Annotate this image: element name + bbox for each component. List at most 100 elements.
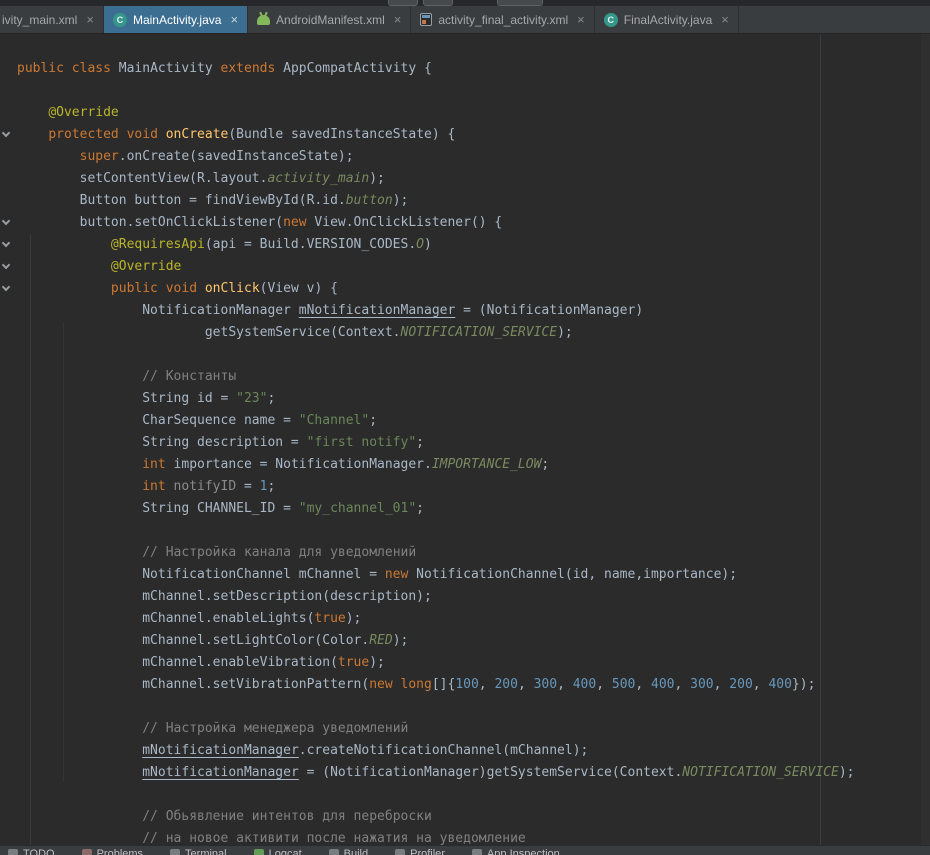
code-line[interactable]: mNotificationManager.createNotificationC… bbox=[17, 740, 930, 762]
code-line[interactable]: String id = "23"; bbox=[17, 388, 930, 410]
code-token: int bbox=[142, 457, 165, 472]
tab-finalactivity-java[interactable]: CFinalActivity.java× bbox=[595, 6, 739, 33]
code-token bbox=[17, 237, 111, 252]
code-token bbox=[197, 281, 205, 296]
code-token bbox=[17, 545, 142, 560]
code-line[interactable]: // Обьявление интентов для переброски bbox=[17, 806, 930, 828]
code-line[interactable]: mChannel.enableLights(true); bbox=[17, 608, 930, 630]
code-token: NotificationManager bbox=[17, 303, 299, 318]
code-token: importance = NotificationManager. bbox=[166, 457, 432, 472]
code-line[interactable]: getSystemService(Context.NOTIFICATION_SE… bbox=[17, 322, 930, 344]
statusbar-items: TODO Problems Terminal Logcat Build Profiler A… bbox=[0, 846, 930, 855]
code-line[interactable]: mChannel.setDescription(description); bbox=[17, 586, 930, 608]
code-token: , bbox=[714, 677, 730, 692]
toolwindow-button-logcat[interactable]: Logcat bbox=[254, 848, 302, 855]
code-token: button.setOnClickListener( bbox=[17, 215, 283, 230]
code-line[interactable]: @RequiresApi(api = Build.VERSION_CODES.O… bbox=[17, 234, 930, 256]
code-line[interactable] bbox=[17, 344, 930, 366]
code-line[interactable]: button.setOnClickListener(new View.OnCli… bbox=[17, 212, 930, 234]
code-token: CharSequence name = bbox=[17, 413, 299, 428]
code-token: ); bbox=[369, 655, 385, 670]
fold-arrow-icon[interactable] bbox=[2, 217, 10, 225]
toolwindow-button-label: Terminal bbox=[185, 848, 227, 855]
code-token: 400 bbox=[573, 677, 596, 692]
tab-label: FinalActivity.java bbox=[624, 13, 712, 27]
code-token bbox=[17, 259, 111, 274]
code-line[interactable] bbox=[17, 80, 930, 102]
code-line[interactable]: CharSequence name = "Channel"; bbox=[17, 410, 930, 432]
code-line[interactable]: mChannel.enableVibration(true); bbox=[17, 652, 930, 674]
fold-arrow-icon[interactable] bbox=[2, 261, 10, 269]
code-line[interactable]: public void onClick(View v) { bbox=[17, 278, 930, 300]
code-token: (api = Build.VERSION_CODES. bbox=[205, 237, 416, 252]
code-line[interactable]: // на новое активити после нажатия на ув… bbox=[17, 828, 930, 845]
code-token: long bbox=[401, 677, 432, 692]
fold-arrow-icon[interactable] bbox=[2, 239, 10, 247]
code-line[interactable] bbox=[17, 520, 930, 542]
code-token: ; bbox=[267, 479, 275, 494]
tab-androidmanifest-xml[interactable]: AndroidManifest.xml× bbox=[248, 6, 411, 33]
toolwindow-button-todo[interactable]: TODO bbox=[8, 848, 55, 855]
code-token: new bbox=[369, 677, 392, 692]
close-tab-icon[interactable]: × bbox=[230, 13, 238, 26]
code-line[interactable]: // Константы bbox=[17, 366, 930, 388]
toolwindow-button-profiler[interactable]: Profiler bbox=[395, 848, 445, 855]
editor-pane[interactable]: public class MainActivity extends AppCom… bbox=[0, 34, 930, 845]
code-token: , bbox=[596, 677, 612, 692]
code-token: // Константы bbox=[142, 369, 236, 384]
code-line[interactable]: int importance = NotificationManager.IMP… bbox=[17, 454, 930, 476]
code-token: super bbox=[80, 149, 119, 164]
close-tab-icon[interactable]: × bbox=[721, 13, 729, 26]
code-area[interactable]: public class MainActivity extends AppCom… bbox=[17, 58, 930, 845]
code-line[interactable]: // Настройка канала для уведомлений bbox=[17, 542, 930, 564]
code-line[interactable]: NotificationChannel mChannel = new Notif… bbox=[17, 564, 930, 586]
editor-scrollbar[interactable] bbox=[921, 34, 930, 845]
code-token: mChannel.enableLights( bbox=[17, 611, 314, 626]
toolwindow-button-problems[interactable]: Problems bbox=[82, 848, 143, 855]
close-tab-icon[interactable]: × bbox=[86, 13, 94, 26]
toolbar-button-partial[interactable] bbox=[423, 0, 453, 6]
tab-ivity-main-xml[interactable]: ivity_main.xml× bbox=[0, 6, 104, 33]
code-token: , bbox=[675, 677, 691, 692]
code-line[interactable]: super.onCreate(savedInstanceState); bbox=[17, 146, 930, 168]
code-line[interactable] bbox=[17, 784, 930, 806]
code-line[interactable]: mChannel.setLightColor(Color.RED); bbox=[17, 630, 930, 652]
fold-arrow-icon[interactable] bbox=[2, 283, 10, 291]
main-toolbar-cutoff bbox=[0, 0, 930, 6]
toolwindow-button-build[interactable]: Build bbox=[329, 848, 368, 855]
close-tab-icon[interactable]: × bbox=[394, 13, 402, 26]
code-line[interactable]: String CHANNEL_ID = "my_channel_01"; bbox=[17, 498, 930, 520]
code-token: public bbox=[111, 281, 158, 296]
code-token: @Override bbox=[48, 105, 118, 120]
code-line[interactable]: public class MainActivity extends AppCom… bbox=[17, 58, 930, 80]
toolbar-button-partial[interactable] bbox=[497, 0, 543, 6]
toolwindow-button-app-inspection[interactable]: App Inspection bbox=[472, 848, 560, 855]
code-token: View.OnClickListener() { bbox=[307, 215, 503, 230]
tab-mainactivity-java[interactable]: CMainActivity.java× bbox=[104, 6, 248, 33]
code-line[interactable]: int notifyID = 1; bbox=[17, 476, 930, 498]
close-tab-icon[interactable]: × bbox=[577, 13, 585, 26]
code-line[interactable]: @Override bbox=[17, 256, 930, 278]
code-token: // Настройка канала для уведомлений bbox=[142, 545, 416, 560]
code-line[interactable]: protected void onCreate(Bundle savedInst… bbox=[17, 124, 930, 146]
code-line[interactable] bbox=[17, 696, 930, 718]
toolbar-button-partial[interactable] bbox=[388, 0, 418, 6]
code-token: ); bbox=[393, 193, 409, 208]
code-token: 400 bbox=[651, 677, 674, 692]
code-token: 300 bbox=[690, 677, 713, 692]
code-token: // Обьявление интентов для переброски bbox=[142, 809, 432, 824]
code-line[interactable]: mNotificationManager = (NotificationMana… bbox=[17, 762, 930, 784]
code-line[interactable]: NotificationManager mNotificationManager… bbox=[17, 300, 930, 322]
code-token: NotificationChannel(id, name,importance)… bbox=[408, 567, 737, 582]
code-line[interactable]: String description = "first notify"; bbox=[17, 432, 930, 454]
code-line[interactable]: Button button = findViewById(R.id.button… bbox=[17, 190, 930, 212]
toolwindow-button-terminal[interactable]: Terminal bbox=[170, 848, 227, 855]
tab-activity-final-activity-xml[interactable]: activity_final_activity.xml× bbox=[411, 6, 594, 33]
fold-arrow-icon[interactable] bbox=[2, 129, 10, 137]
code-line[interactable]: mChannel.setVibrationPattern(new long[]{… bbox=[17, 674, 930, 696]
code-line[interactable]: setContentView(R.layout.activity_main); bbox=[17, 168, 930, 190]
code-token bbox=[17, 743, 142, 758]
code-line[interactable]: // Настройка менеджера уведомлений bbox=[17, 718, 930, 740]
code-token bbox=[158, 127, 166, 142]
code-line[interactable]: @Override bbox=[17, 102, 930, 124]
